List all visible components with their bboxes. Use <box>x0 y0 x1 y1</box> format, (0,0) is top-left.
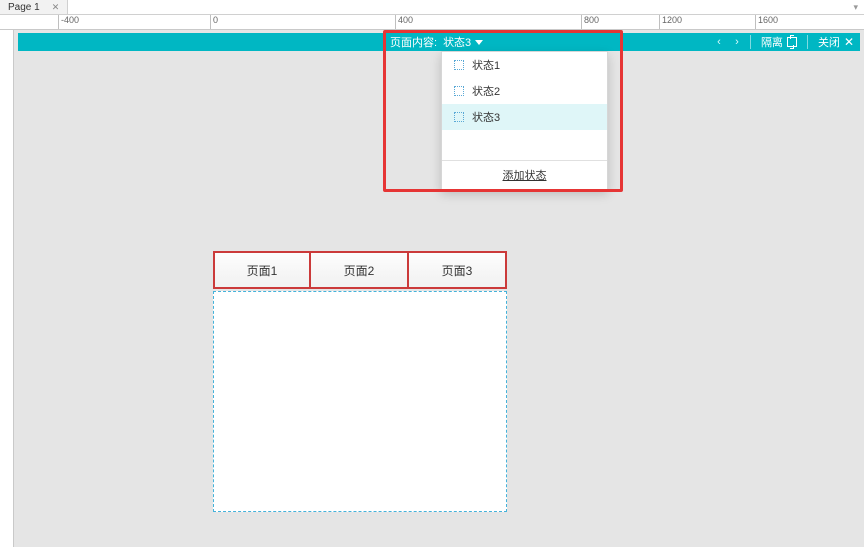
state-option-label: 状态1 <box>472 57 500 73</box>
page-tab-button[interactable]: 页面1 <box>213 251 311 289</box>
state-option[interactable]: 状态1 <box>442 52 607 78</box>
control-bar-label: 页面内容: <box>390 34 437 50</box>
state-option[interactable]: 状态3 <box>442 104 607 130</box>
caret-down-icon <box>475 40 483 45</box>
page-tab-button[interactable]: 页面3 <box>409 251 507 289</box>
state-dropdown-popup: 状态1 状态2 状态3 添加状态 <box>441 51 608 190</box>
control-bar-right: ‹ › 隔离 关闭 ✕ <box>710 33 860 51</box>
state-option-label: 状态2 <box>472 83 500 99</box>
state-dropdown-value: 状态3 <box>443 34 471 50</box>
close-icon: ✕ <box>844 36 854 48</box>
chevron-down-icon[interactable]: ▾ <box>853 2 858 13</box>
state-option-label: 状态3 <box>472 109 500 125</box>
state-swatch-icon <box>454 60 464 70</box>
isolate-label: 隔离 <box>761 34 783 50</box>
page-tab[interactable]: Page 1 ✕ <box>0 0 68 14</box>
state-control-bar: 页面内容: 状态3 ‹ › 隔离 关闭 ✕ <box>18 33 860 51</box>
page-tab-strip: Page 1 ✕ ▾ <box>0 0 864 15</box>
page-tab-button[interactable]: 页面2 <box>311 251 409 289</box>
horizontal-ruler: -400 0 400 800 1200 1600 <box>0 15 864 30</box>
state-swatch-icon <box>454 112 464 122</box>
state-dropdown-trigger[interactable]: 状态3 <box>443 34 483 50</box>
state-option[interactable]: 状态2 <box>442 78 607 104</box>
isolate-icon <box>787 37 797 47</box>
page-tabs-row: 页面1 页面2 页面3 <box>213 251 507 289</box>
ruler-tick: 1600 <box>755 15 778 29</box>
canvas-stage[interactable]: 页面内容: 状态3 ‹ › 隔离 关闭 ✕ 状态1 状态2 <box>14 30 864 547</box>
ruler-tick: -400 <box>58 15 79 29</box>
chevron-right-icon[interactable]: › <box>728 36 746 48</box>
state-swatch-icon <box>454 86 464 96</box>
page-tab-label: Page 1 <box>8 2 40 13</box>
close-button[interactable]: 关闭 ✕ <box>812 34 860 50</box>
close-icon[interactable]: ✕ <box>52 2 60 13</box>
ruler-tick: 1200 <box>659 15 682 29</box>
close-label: 关闭 <box>818 34 840 50</box>
add-state-button[interactable]: 添加状态 <box>442 160 607 189</box>
ruler-tick: 400 <box>395 15 413 29</box>
dynamic-panel[interactable] <box>213 291 507 512</box>
ruler-tick: 800 <box>581 15 599 29</box>
ruler-tick: 0 <box>210 15 218 29</box>
separator <box>807 35 808 49</box>
vertical-ruler <box>0 30 14 547</box>
chevron-left-icon[interactable]: ‹ <box>710 36 728 48</box>
isolate-button[interactable]: 隔离 <box>755 34 803 50</box>
dropdown-spacer <box>442 130 607 160</box>
separator <box>750 35 751 49</box>
